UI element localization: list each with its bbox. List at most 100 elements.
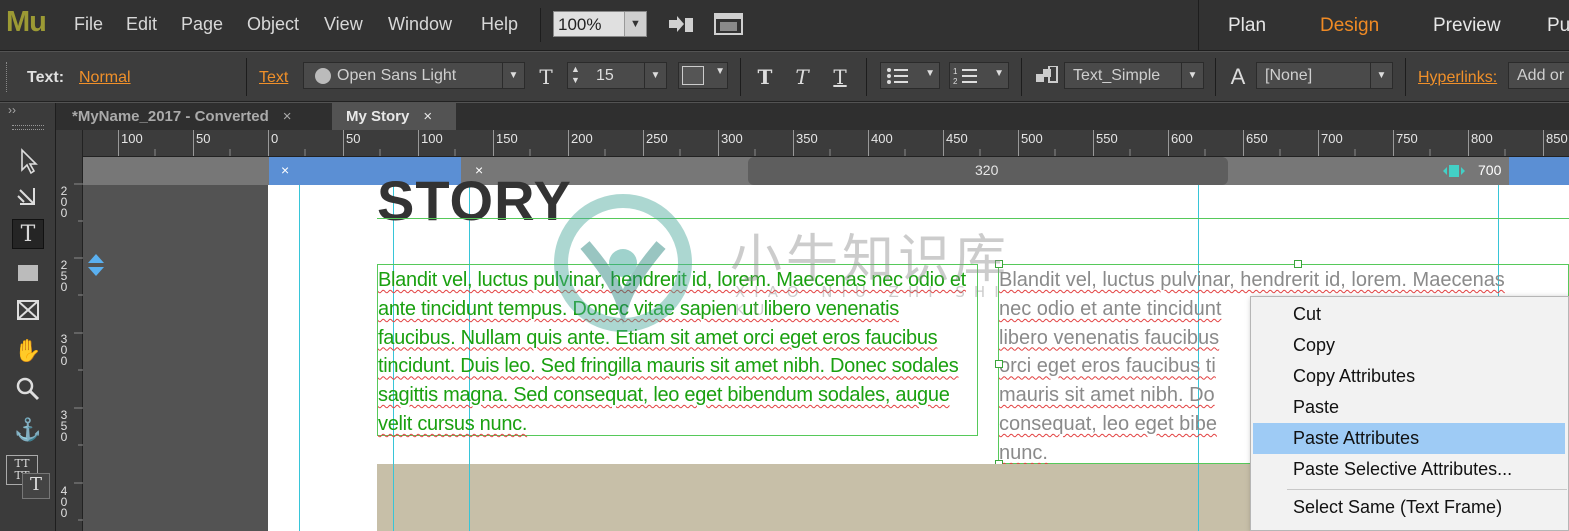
chevron-down-icon: ▼ [925,68,935,79]
menu-item-select-same[interactable]: Select Same (Text Frame) [1251,492,1568,523]
selection-handle[interactable] [995,260,1003,268]
context-menu: Cut Copy Copy Attributes Paste Paste Att… [1250,296,1569,531]
crop-tool-icon[interactable] [12,182,44,212]
character-style-icon: A [1230,64,1246,89]
bullet-list-select[interactable]: ▼ [880,62,940,89]
font-select[interactable]: Open Sans Light ▼ [303,62,525,89]
zoom-select[interactable]: 100% ▼ [553,11,647,37]
guide-line [393,464,394,531]
control-bar: Text: Normal Text Open Sans Light ▼ T ▲ ▼… [0,52,1569,102]
menu-edit[interactable]: Edit [126,14,157,35]
numbered-list-select[interactable]: 12 ▼ [949,62,1009,89]
character-style-select[interactable]: [None] ▼ [1256,62,1393,89]
frame-edge [377,218,1569,219]
guide-line [1198,464,1199,531]
close-icon[interactable]: × [281,162,289,178]
selection-handle[interactable] [995,360,1003,368]
stepper-icon[interactable]: ▲ ▼ [571,64,580,86]
text-label: Text: [27,69,65,86]
divider [740,58,741,96]
chevron-down-icon: ▼ [624,12,646,36]
menu-item-cut[interactable]: Cut [1251,299,1568,330]
style-link[interactable]: Normal [79,69,131,87]
font-size-icon: T [539,65,553,89]
menu-page[interactable]: Page [181,14,223,35]
menu-help[interactable]: Help [481,14,518,35]
menu-item-paste-attributes[interactable]: Paste Attributes [1253,423,1565,454]
chevron-down-icon: ▼ [715,66,725,77]
media-frame-icon[interactable] [714,11,744,37]
zoom-value: 100% [558,15,602,34]
resize-handle-icon[interactable] [87,253,105,277]
breakpoint-marker-icon[interactable] [1443,164,1465,178]
divider [540,8,541,42]
menu-view[interactable]: View [324,14,363,35]
menu-bar: Mu File Edit Page Object View Window Hel… [0,0,1569,51]
hyperlink-value: Add or [1517,67,1565,84]
document-tabs: *MyName_2017 - Converted × My Story × [0,103,1569,130]
menu-item-copy-attributes[interactable]: Copy Attributes [1251,361,1568,392]
menu-object[interactable]: Object [247,14,299,35]
breakpoint-range[interactable]: 320 [748,157,1228,185]
selection-handle[interactable] [1294,260,1302,268]
divider [1198,0,1199,51]
bullet-list-icon [887,68,908,84]
svg-text:2: 2 [953,77,958,86]
paragraph-style-value: Text_Simple [1073,67,1161,84]
paragraph-styles-icon[interactable] [1034,65,1060,88]
numbered-list-icon: 12 [953,67,977,86]
mode-preview[interactable]: Preview [1433,15,1501,37]
text-link[interactable]: Text [259,69,288,87]
page-heading[interactable]: STORY [377,168,572,233]
close-icon[interactable]: × [423,108,432,125]
mode-publish[interactable]: Pu [1547,15,1569,37]
toolbox: ›› T ✋ ⚓ TTTT T [0,103,56,531]
image-frame-tool-icon[interactable] [12,295,44,325]
text-color-select[interactable]: ▼ [678,62,728,89]
tab-my-story[interactable]: My Story × [332,103,456,130]
mode-design[interactable]: Design [1320,15,1379,37]
underline-icon[interactable]: T [827,64,853,90]
mode-plan[interactable]: Plan [1228,15,1266,37]
text-line: Blandit vel, luctus pulvinar, hendrerit … [999,269,1505,291]
chevron-down-icon: ▼ [644,63,666,88]
selection-tool-icon[interactable] [12,145,44,175]
character-style-value: [None] [1265,67,1313,84]
collapse-icon[interactable]: ›› [8,103,16,117]
menu-item-paste[interactable]: Paste [1251,392,1568,423]
zoom-tool-icon[interactable] [12,373,44,403]
tab-myname-2017[interactable]: *MyName_2017 - Converted × [58,103,306,130]
hand-tool-icon[interactable]: ✋ [12,336,44,366]
italic-icon[interactable]: T [789,64,815,90]
font-value: Open Sans Light [337,67,457,84]
breakpoint-bar[interactable]: × × 320 700 [83,157,1569,185]
menu-item-paste-selective-attributes[interactable]: Paste Selective Attributes... [1251,454,1568,485]
text-tool-icon[interactable]: T [12,219,44,249]
menu-file[interactable]: File [74,14,103,35]
rectangle-tool-icon[interactable] [12,258,44,288]
bold-icon[interactable]: T [752,64,778,90]
menu-window[interactable]: Window [388,14,452,35]
chevron-down-icon: ▼ [994,68,1004,79]
text-fill-icon[interactable]: T [22,473,50,499]
color-swatch [682,66,704,85]
anchor-icon[interactable]: ⚓ [12,415,44,445]
hyperlinks-label[interactable]: Hyperlinks: [1418,69,1497,87]
paragraph-style-select[interactable]: Text_Simple ▼ [1064,62,1204,89]
breakpoint-segment[interactable] [1509,157,1569,185]
body-text-green[interactable]: Blandit vel, luctus pulvinar, hendrerit … [378,266,980,439]
grip-icon [6,62,11,92]
font-size-select[interactable]: ▲ ▼ 15 ▼ [567,62,667,89]
divider [1021,58,1022,96]
svg-text:1: 1 [953,67,958,76]
divider [866,58,867,96]
globe-icon [315,68,331,84]
hyperlink-select[interactable]: Add or [1508,62,1569,89]
guide-line [469,464,470,531]
divider [1215,58,1216,96]
close-icon[interactable]: × [283,108,292,125]
breakpoint-width: 320 [975,162,999,178]
menu-item-copy[interactable]: Copy [1251,330,1568,361]
arrange-icon[interactable] [667,12,695,38]
chevron-down-icon: ▼ [502,63,524,88]
